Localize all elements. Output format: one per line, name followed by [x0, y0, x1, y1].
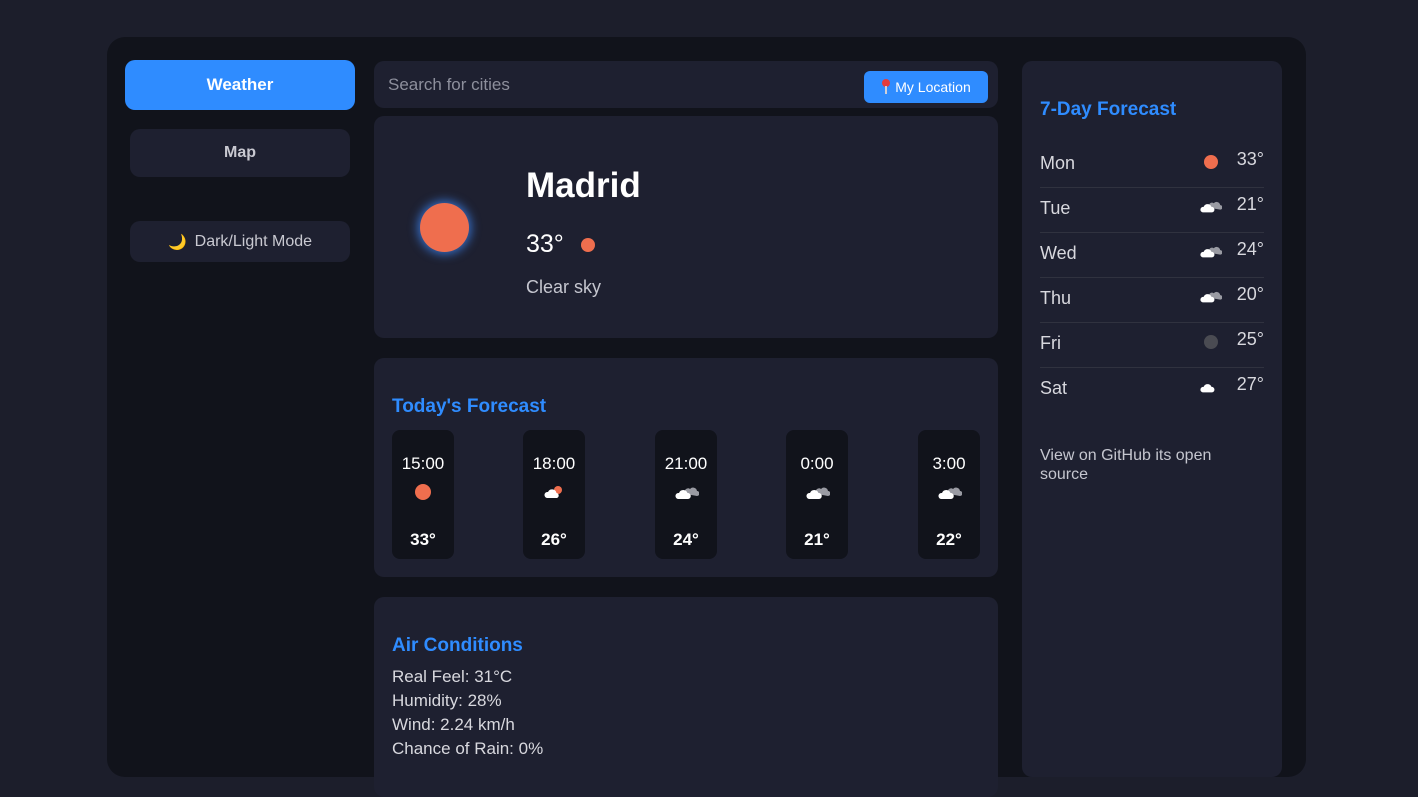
nav-weather-label: Weather [206, 75, 274, 94]
cloud-icon [938, 487, 962, 499]
search-bar: My Location [374, 61, 998, 108]
sun-icon [415, 484, 431, 500]
day-temp: 27° [1236, 374, 1264, 394]
chance-of-rain: Chance of Rain: 0% [392, 739, 544, 758]
day-name: Tue [1040, 198, 1071, 218]
air-conditions-title: Air Conditions [392, 635, 523, 656]
sun-icon [420, 203, 469, 252]
hour-icon-wrap [523, 482, 585, 502]
day-icon-wrap [1200, 289, 1223, 305]
nav-map-label: Map [224, 144, 256, 161]
humidity: Humidity: 28% [392, 691, 502, 710]
day-name: Mon [1040, 153, 1076, 173]
cloud-icon [675, 487, 699, 499]
real-feel: Real Feel: 31°C [392, 667, 513, 686]
current-weather-card: Madrid 33° Clear sky [374, 116, 998, 338]
day-name: Sat [1040, 378, 1068, 398]
hour-temp: 33° [410, 530, 436, 549]
day-name: Thu [1040, 288, 1072, 308]
hour-card: 3:00 22° [918, 430, 980, 559]
sun-icon [580, 237, 595, 252]
cloud-icon [1200, 201, 1223, 213]
cloud-icon [1200, 246, 1223, 258]
my-location-label: My Location [895, 79, 971, 95]
app-window: Weather Map 🌙 Dark/Light Mode My Locatio… [107, 37, 1306, 797]
current-temperature: 33° [526, 230, 595, 259]
hour-card: 0:00 21° [786, 430, 848, 559]
current-temp-value: 33° [526, 230, 564, 258]
day-row: Sat 27° [1040, 368, 1264, 413]
hour-time: 18:00 [532, 454, 576, 473]
cloud-icon [806, 487, 830, 499]
hour-card: 21:00 24° [655, 430, 717, 559]
day-icon-wrap [1200, 244, 1223, 260]
nav-weather-button[interactable]: Weather [125, 60, 355, 110]
theme-toggle-button[interactable]: 🌙 Dark/Light Mode [130, 221, 350, 262]
hour-icon-wrap [918, 482, 980, 502]
moon-icon: 🌙 [167, 233, 187, 251]
hour-temp: 21° [804, 530, 830, 549]
hour-card: 15:00 33° [392, 430, 454, 559]
day-row: Tue 21° [1040, 188, 1264, 233]
sun-icon [1204, 155, 1218, 169]
hour-time: 21:00 [664, 454, 708, 473]
day-row: Mon 33° [1040, 143, 1264, 188]
day-row: Fri 25° [1040, 323, 1264, 368]
hour-time: 15:00 [401, 454, 445, 473]
day-row: Thu 20° [1040, 278, 1264, 323]
air-conditions-card: Air Conditions Real Feel: 31°C Humidity:… [374, 597, 998, 797]
weather-description: Clear sky [526, 277, 602, 297]
day-temp: 24° [1236, 239, 1264, 259]
hour-icon-wrap [655, 482, 717, 502]
day-name: Wed [1040, 243, 1077, 263]
day-icon-wrap [1200, 334, 1222, 350]
hour-time: 0:00 [800, 454, 834, 473]
my-location-button[interactable]: My Location [864, 71, 988, 103]
partly-cloudy-icon [544, 486, 562, 498]
day-icon-wrap [1200, 199, 1223, 215]
day-icon-wrap [1200, 154, 1222, 170]
seven-day-forecast-card: 7-Day Forecast Mon 33° Tue 21° Wed 24° T… [1022, 61, 1282, 777]
city-name: Madrid [526, 166, 641, 205]
day-temp: 25° [1236, 329, 1264, 349]
cloud-icon [1200, 384, 1215, 393]
day-temp: 33° [1236, 149, 1264, 169]
day-icon-wrap [1200, 379, 1222, 395]
hour-card: 18:00 26° [523, 430, 585, 559]
nav-map-button[interactable]: Map [130, 129, 350, 177]
hour-temp: 24° [673, 530, 699, 549]
day-temp: 21° [1236, 194, 1264, 214]
todays-forecast-title: Today's Forecast [392, 396, 547, 417]
seven-day-forecast-title: 7-Day Forecast [1040, 99, 1177, 120]
wind: Wind: 2.24 km/h [392, 715, 515, 734]
hour-icon-wrap [786, 482, 848, 502]
pin-icon [881, 79, 891, 95]
cloud-icon [1200, 291, 1223, 303]
day-temp: 20° [1236, 284, 1264, 304]
theme-toggle-label: Dark/Light Mode [194, 232, 313, 250]
github-link[interactable]: View on GitHub its open source [1040, 446, 1240, 484]
hour-icon-wrap [392, 482, 454, 502]
day-row: Wed 24° [1040, 233, 1264, 278]
todays-forecast-card: Today's Forecast 15:00 33° 18:00 26° 21:… [374, 358, 998, 577]
search-input[interactable] [388, 71, 848, 99]
hour-time: 3:00 [932, 454, 966, 473]
day-name: Fri [1040, 333, 1061, 353]
hour-temp: 26° [541, 530, 567, 549]
hour-temp: 22° [936, 530, 962, 549]
air-conditions-list: Real Feel: 31°C Humidity: 28% Wind: 2.24… [392, 665, 543, 761]
overcast-icon [1204, 335, 1218, 349]
